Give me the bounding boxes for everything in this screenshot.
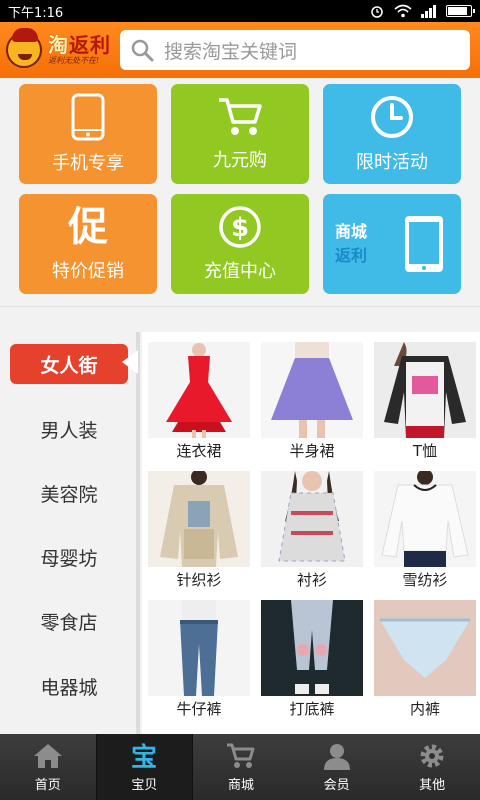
product-image <box>374 600 476 696</box>
tile-limited-time[interactable]: 限时活动 <box>323 84 461 184</box>
signal-icon <box>421 5 436 18</box>
tile-label: 九元购 <box>213 150 267 171</box>
product-item[interactable]: 衬衫 <box>261 471 363 593</box>
product-label: 打底裤 <box>289 700 335 718</box>
alarm-icon <box>371 6 383 18</box>
logo-slogan: 返利无处不在! <box>48 56 100 65</box>
tile-label: 特价促销 <box>52 261 124 282</box>
svg-text:宝: 宝 <box>131 742 157 770</box>
tile-label: 手机专享 <box>52 153 124 174</box>
dollar-icon: $ <box>219 206 261 248</box>
app-logo: 淘返利 返利无处不在! <box>6 26 114 74</box>
section-divider <box>0 306 480 332</box>
product-item[interactable]: 雪纺衫 <box>374 471 476 593</box>
wifi-icon <box>394 4 412 18</box>
nav-label: 首页 <box>34 777 61 793</box>
product-image <box>261 471 363 567</box>
product-item[interactable]: T恤 <box>374 342 476 464</box>
bao-icon: 宝 <box>131 742 157 770</box>
active-category-pointer <box>122 350 138 374</box>
product-item[interactable]: 连衣裙 <box>148 342 250 464</box>
category-snacks[interactable]: 零食店 <box>10 601 128 641</box>
status-bar: 下午1:16 <box>0 0 480 22</box>
product-item[interactable]: 针织衫 <box>148 471 250 593</box>
nav-label: 其他 <box>419 777 446 793</box>
tile-label-line1: 商城 <box>335 222 368 241</box>
feature-tiles: 手机专享 九元购 限时活动 促 特价促销 $ 充值中心 商城 返利 <box>0 84 480 296</box>
nav-label: 宝贝 <box>131 777 158 793</box>
category-mother-baby[interactable]: 母婴坊 <box>10 537 128 577</box>
product-image <box>261 342 363 438</box>
app-header: 淘返利 返利无处不在! 搜索淘宝关键词 <box>0 22 480 78</box>
product-label: 雪纺衫 <box>402 571 448 589</box>
tablet-icon <box>405 216 443 272</box>
phone-icon <box>71 93 105 141</box>
cart-icon <box>219 98 262 135</box>
cart-icon <box>226 743 255 768</box>
product-image <box>261 600 363 696</box>
promo-char-icon: 促 <box>68 204 108 250</box>
nav-items[interactable]: 宝 宝贝 <box>95 734 194 800</box>
status-time: 下午1:16 <box>8 5 64 21</box>
nav-label: 商城 <box>227 777 254 793</box>
bottom-navigation: 首页 宝 宝贝 商城 会员 其他 <box>0 734 480 800</box>
category-men[interactable]: 男人装 <box>10 409 128 449</box>
home-icon <box>33 743 62 768</box>
category-beauty[interactable]: 美容院 <box>10 473 128 513</box>
category-electronics[interactable]: 电器城 <box>10 666 128 706</box>
product-label: 内裤 <box>409 700 440 718</box>
product-item[interactable]: 打底裤 <box>261 600 363 722</box>
nav-mall[interactable]: 商城 <box>193 734 289 800</box>
search-input[interactable]: 搜索淘宝关键词 <box>120 30 470 70</box>
logo-char: 淘 <box>48 33 69 57</box>
product-label: 衬衫 <box>296 571 327 589</box>
search-placeholder: 搜索淘宝关键词 <box>164 40 298 63</box>
product-image <box>148 471 250 567</box>
tile-label: 充值中心 <box>204 261 276 282</box>
product-image <box>374 471 476 567</box>
product-item[interactable]: 内裤 <box>374 600 476 722</box>
product-grid: 连衣裙 半身裙 T恤 针织衫 衬衫 雪纺衫 牛仔裤 打底裤 内裤 <box>142 332 480 734</box>
tile-nine-yuan[interactable]: 九元购 <box>171 84 309 184</box>
gear-icon <box>420 744 444 767</box>
nav-member[interactable]: 会员 <box>289 734 385 800</box>
category-women-street[interactable]: 女人街 <box>10 344 128 384</box>
logo-name: 返利 <box>69 33 111 57</box>
product-image <box>148 600 250 696</box>
product-label: T恤 <box>412 442 438 460</box>
nav-other[interactable]: 其他 <box>384 734 480 800</box>
search-icon <box>131 39 154 62</box>
tile-mall-rebate[interactable]: 商城 返利 <box>323 194 461 294</box>
tile-special-sale[interactable]: 促 特价促销 <box>19 194 157 294</box>
tile-label: 限时活动 <box>356 152 428 173</box>
battery-icon <box>446 5 475 17</box>
category-sidebar: 女人街 男人装 美容院 母婴坊 零食店 电器城 <box>0 332 140 734</box>
tile-recharge-center[interactable]: $ 充值中心 <box>171 194 309 294</box>
product-image <box>374 342 476 438</box>
product-label: 连衣裙 <box>176 442 222 460</box>
product-label: 针织衫 <box>176 571 222 589</box>
product-item[interactable]: 牛仔裤 <box>148 600 250 722</box>
tile-mobile-exclusive[interactable]: 手机专享 <box>19 84 157 184</box>
nav-label: 会员 <box>323 777 350 793</box>
nav-home[interactable]: 首页 <box>0 734 96 800</box>
clock-icon <box>371 96 413 138</box>
user-icon <box>323 743 350 770</box>
product-label: 半身裙 <box>289 442 335 460</box>
mascot-icon <box>6 28 42 68</box>
svg-text:$: $ <box>231 213 249 243</box>
product-item[interactable]: 半身裙 <box>261 342 363 464</box>
product-image <box>148 342 250 438</box>
tile-label-line2: 返利 <box>335 246 368 265</box>
product-label: 牛仔裤 <box>176 700 222 718</box>
